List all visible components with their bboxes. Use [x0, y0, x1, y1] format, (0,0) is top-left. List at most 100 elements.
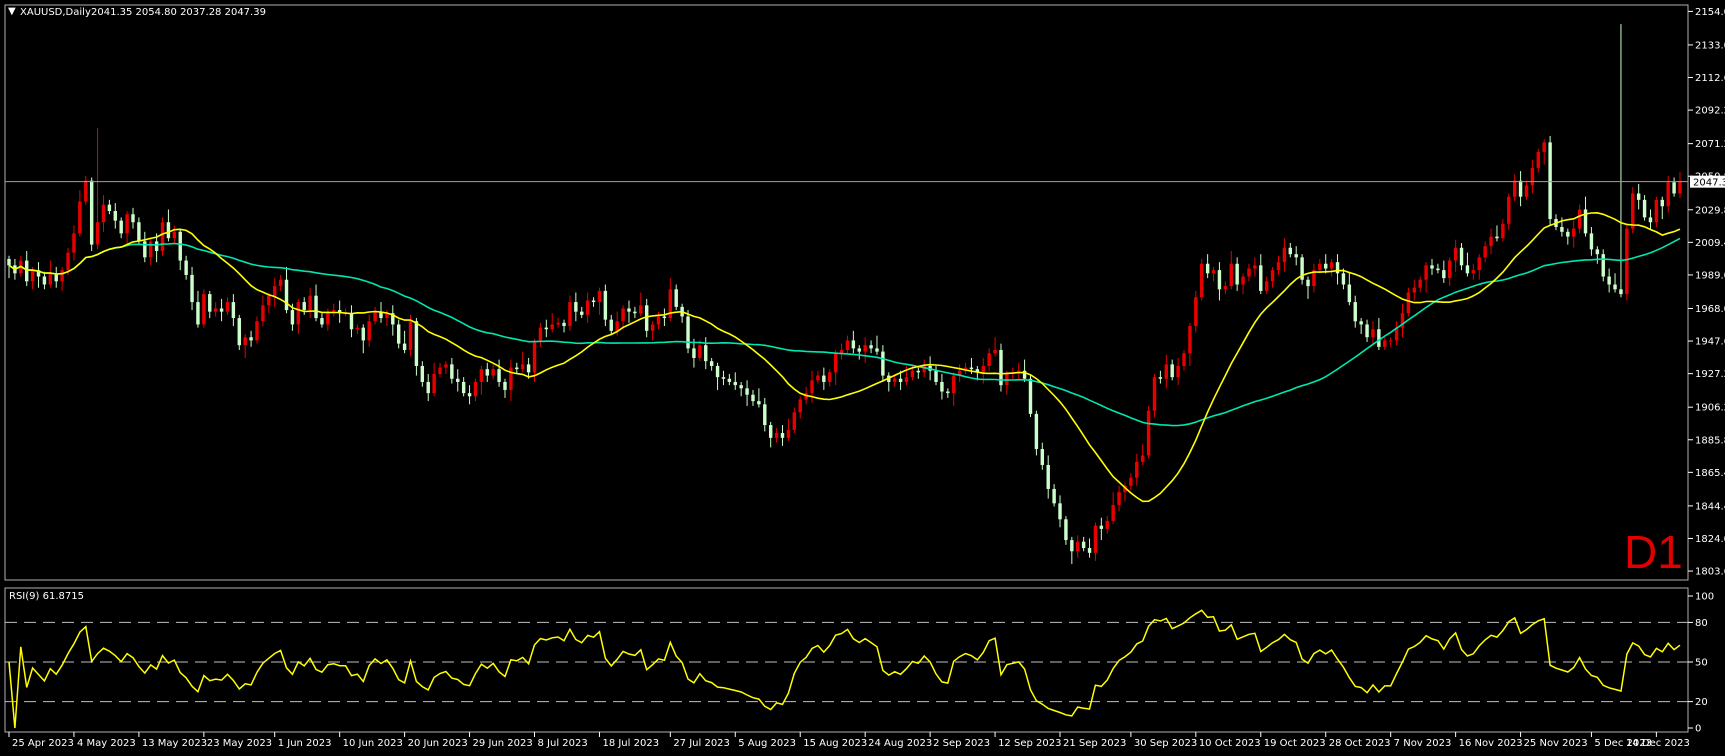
- candle-body: [1040, 449, 1045, 465]
- candle-body: [237, 318, 241, 346]
- candle-body: [881, 351, 885, 376]
- candle-body: [745, 388, 749, 395]
- candle-body: [196, 302, 200, 325]
- candle-body: [1329, 262, 1334, 269]
- x-tick-label: 19 Oct 2023: [1264, 738, 1326, 749]
- candle-body: [597, 290, 602, 303]
- candle-body: [1276, 262, 1281, 271]
- candle-body: [1229, 263, 1233, 287]
- candle-body: [1076, 541, 1080, 552]
- y-tick-label: 2133.00: [1695, 40, 1725, 51]
- candle-body: [662, 316, 667, 319]
- candle-body: [272, 286, 277, 296]
- x-tick-label: 12 Sep 2023: [998, 738, 1061, 749]
- candle-body: [574, 302, 578, 312]
- candle-body: [326, 311, 330, 325]
- x-tick-label: 18 Jul 2023: [602, 738, 659, 749]
- candle-body: [30, 270, 35, 282]
- y-tick-label: 1927.20: [1695, 369, 1725, 380]
- candle-body: [627, 308, 631, 312]
- candle-body: [515, 367, 519, 370]
- candle-body: [456, 378, 460, 382]
- candle-body: [1613, 284, 1617, 290]
- candle-body: [621, 308, 625, 322]
- candle-body: [60, 270, 64, 282]
- candle-body: [615, 321, 619, 331]
- y-tick-label: 1989.00: [1695, 270, 1725, 281]
- candle-body: [562, 322, 566, 327]
- candle-body: [1631, 193, 1635, 229]
- rsi-tick-label: 80: [1695, 618, 1708, 629]
- y-tick-label: 1885.80: [1695, 435, 1725, 446]
- candle-body: [898, 378, 903, 382]
- candle-body: [1383, 340, 1387, 347]
- candle-body: [1512, 180, 1517, 197]
- candle-body: [367, 321, 371, 341]
- candle-body: [1288, 247, 1293, 255]
- candle-body: [1388, 340, 1393, 342]
- candle-body: [946, 391, 950, 394]
- candle-body: [1164, 364, 1169, 379]
- candle-body: [987, 353, 991, 366]
- candle-body: [1365, 324, 1369, 338]
- candle-body: [698, 345, 702, 358]
- candle-body: [1518, 180, 1523, 197]
- candle-body: [219, 308, 224, 312]
- candle-body: [733, 381, 737, 386]
- candle-body: [633, 311, 637, 314]
- candle-body: [1105, 520, 1109, 529]
- rsi-tick-label: 0: [1695, 724, 1701, 735]
- y-tick-label: 2154.00: [1695, 7, 1725, 18]
- candle-body: [822, 375, 826, 382]
- candle-body: [1412, 287, 1417, 293]
- candle-body: [1530, 167, 1535, 186]
- y-tick-label: 2092.20: [1695, 106, 1725, 117]
- candle-body: [580, 311, 584, 315]
- candle-body: [1318, 263, 1322, 271]
- candle-body: [1341, 273, 1346, 285]
- candle-body: [1524, 185, 1529, 197]
- candle-body: [650, 324, 655, 331]
- candle-body: [1424, 265, 1428, 280]
- candle-body: [107, 204, 112, 212]
- candle-body: [1577, 209, 1582, 229]
- candle-body: [1453, 247, 1458, 261]
- candle-body: [709, 361, 714, 366]
- x-tick-label: 15 Aug 2023: [803, 738, 867, 749]
- candle-body: [1430, 265, 1434, 269]
- candle-body: [727, 378, 732, 382]
- candle-body: [1595, 249, 1600, 255]
- candle-body: [1507, 196, 1511, 224]
- x-tick-label: 20 Jun 2023: [408, 738, 468, 749]
- candle-body: [414, 321, 419, 366]
- candle-body: [1406, 292, 1411, 314]
- x-tick-label: 29 Jun 2023: [473, 738, 533, 749]
- symbol-label: XAUUSD,Daily: [20, 7, 91, 18]
- candle-body: [1448, 260, 1452, 279]
- candle-body: [284, 279, 289, 311]
- y-tick-label: 1865.40: [1695, 468, 1725, 479]
- candle-body: [1607, 276, 1611, 285]
- candle-body: [225, 302, 230, 312]
- candle-body: [1235, 263, 1239, 285]
- candle-body: [137, 222, 141, 242]
- candle-body: [95, 222, 100, 245]
- candle-body: [532, 342, 537, 373]
- candle-body: [467, 393, 472, 397]
- candle-body: [1188, 326, 1192, 354]
- candle-body: [1211, 270, 1216, 274]
- candle-body: [444, 364, 448, 368]
- candle-body: [278, 279, 283, 287]
- candle-body: [148, 241, 153, 258]
- candle-body: [810, 380, 814, 394]
- candle: [1625, 225, 1629, 301]
- candle-body: [609, 319, 613, 331]
- candle-body: [66, 252, 70, 271]
- chart-area[interactable]: 2154.002133.002112.602092.202071.202050.…: [0, 0, 1725, 756]
- rsi-label: RSI(9) 61.8715: [9, 591, 84, 602]
- dropdown-triangle-icon[interactable]: ▼: [8, 6, 16, 17]
- candle-body: [160, 222, 165, 251]
- candle: [89, 177, 94, 251]
- candle-body: [420, 365, 425, 382]
- candle-body: [768, 425, 773, 438]
